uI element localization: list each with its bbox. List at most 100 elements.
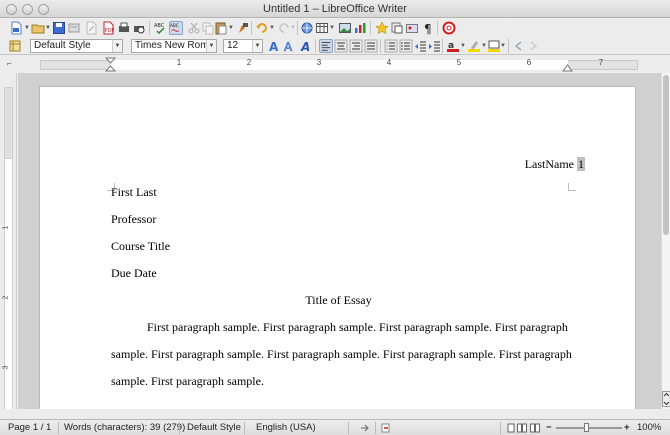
shadow-text-icon[interactable]: A xyxy=(268,39,282,53)
zoom-window-button[interactable] xyxy=(38,4,49,15)
open-dropdown-arrow[interactable]: ▼ xyxy=(45,21,51,35)
clone-format-icon[interactable] xyxy=(236,21,250,35)
close-window-button[interactable] xyxy=(6,4,17,15)
word-count[interactable]: Words (characters): 39 (279) xyxy=(64,420,185,435)
navigator-icon[interactable] xyxy=(390,21,404,35)
hyperlink-icon[interactable] xyxy=(300,21,314,35)
page-style[interactable]: Default Style xyxy=(187,420,241,435)
outline-text-icon[interactable]: A xyxy=(283,39,297,53)
image-icon[interactable] xyxy=(338,21,352,35)
arrow-left-icon[interactable] xyxy=(512,39,526,53)
copy-icon[interactable] xyxy=(201,21,215,35)
redo-dropdown-arrow[interactable]: ▼ xyxy=(290,21,296,35)
background-color-icon[interactable] xyxy=(487,39,501,53)
document-modified-icon[interactable] xyxy=(381,423,391,433)
spellcheck-icon[interactable]: ABC xyxy=(154,21,168,35)
arrow-right-icon[interactable] xyxy=(526,39,540,53)
paragraph-line: sample. First paragraph sample. xyxy=(111,374,264,388)
formatting-marks-icon[interactable]: ¶ xyxy=(421,21,435,35)
svg-text:A: A xyxy=(269,40,279,53)
align-right-icon[interactable] xyxy=(349,39,363,53)
table-icon[interactable] xyxy=(315,21,329,35)
align-center-icon[interactable] xyxy=(334,39,348,53)
font-color-icon[interactable]: a xyxy=(446,39,460,53)
book-view-icon[interactable] xyxy=(530,423,540,433)
autospell-icon[interactable]: ABC xyxy=(169,21,183,35)
formatting-toolbar: Default Style ▼ Times New Roma ▼ 12 ▼ A … xyxy=(0,38,670,55)
selection-mode-icon[interactable] xyxy=(360,423,370,433)
zoom-slider-track[interactable] xyxy=(556,427,622,429)
page-number-field[interactable]: 1 xyxy=(577,157,585,171)
background-color-dropdown-arrow[interactable]: ▼ xyxy=(500,39,506,53)
zoom-out-button[interactable]: − xyxy=(546,420,552,435)
styles-icon[interactable] xyxy=(8,39,22,53)
page-count[interactable]: Page 1 / 1 xyxy=(8,420,51,435)
course-title-line: Course Title xyxy=(111,239,171,253)
vruler-text-area xyxy=(4,159,13,409)
document-page[interactable]: LastName 1 First Last Professor Course T… xyxy=(39,86,636,409)
zoom-slider-handle[interactable] xyxy=(584,423,589,432)
export-icon[interactable] xyxy=(67,21,81,35)
new-dropdown-arrow[interactable]: ▼ xyxy=(24,21,30,35)
chevron-down-icon[interactable]: ▼ xyxy=(112,40,122,52)
header-text: LastName xyxy=(524,157,574,171)
align-left-icon[interactable] xyxy=(319,39,333,53)
paragraph-style-combo[interactable]: Default Style ▼ xyxy=(30,39,123,53)
decrease-indent-icon[interactable] xyxy=(414,39,428,53)
scrollbar-thumb[interactable] xyxy=(663,75,669,235)
bullet-list-icon[interactable] xyxy=(399,39,413,53)
author-name: First Last xyxy=(111,185,157,199)
paragraph-style-value: Default Style xyxy=(34,40,91,51)
chevron-down-icon[interactable]: ▼ xyxy=(206,40,216,52)
indent-marker-icon[interactable] xyxy=(105,57,116,72)
print-preview-icon[interactable] xyxy=(132,21,146,35)
single-page-view-icon[interactable] xyxy=(507,423,515,433)
increase-indent-icon[interactable] xyxy=(428,39,442,53)
paste-dropdown-arrow[interactable]: ▼ xyxy=(228,21,234,35)
vruler-number: 1 xyxy=(2,225,10,230)
page-nav-icon[interactable] xyxy=(662,391,670,407)
zoom-percent[interactable]: 100% xyxy=(637,420,661,435)
italic-text-icon[interactable]: A xyxy=(299,39,313,53)
justify-icon[interactable] xyxy=(364,39,378,53)
svg-text:ABC: ABC xyxy=(170,23,179,29)
zoom-in-button[interactable]: + xyxy=(624,420,630,435)
svg-text:A: A xyxy=(284,40,293,53)
font-color-dropdown-arrow[interactable]: ▼ xyxy=(460,39,466,53)
vertical-ruler[interactable]: 1 2 3 xyxy=(0,73,17,409)
table-dropdown-arrow[interactable]: ▼ xyxy=(329,21,335,35)
save-icon[interactable] xyxy=(52,21,66,35)
undo-icon[interactable] xyxy=(255,21,269,35)
ruler-number: 4 xyxy=(386,58,392,67)
multi-page-view-icon[interactable] xyxy=(517,423,527,433)
chevron-down-icon[interactable]: ▼ xyxy=(252,40,262,52)
paste-icon[interactable] xyxy=(214,21,228,35)
right-indent-marker-icon[interactable] xyxy=(562,63,573,72)
export-pdf-icon[interactable]: PDF xyxy=(101,21,115,35)
redo-icon[interactable] xyxy=(277,21,291,35)
vertical-scrollbar[interactable] xyxy=(661,73,670,409)
gallery-icon[interactable] xyxy=(405,21,419,35)
minimize-window-button[interactable] xyxy=(22,4,33,15)
ruler-number: 6 xyxy=(526,58,532,67)
horizontal-ruler[interactable]: ⌐ 1 2 3 4 5 6 7 xyxy=(0,56,670,73)
draw-icon[interactable] xyxy=(375,21,389,35)
new-document-icon[interactable] xyxy=(9,21,23,35)
help-icon[interactable] xyxy=(442,21,456,35)
highlight-icon[interactable] xyxy=(467,39,481,53)
standard-toolbar: ▼ ▼ PDF ABC ABC ▼ ▼ ▼ ▼ ¶ xyxy=(0,18,670,38)
chart-icon[interactable] xyxy=(353,21,367,35)
document-area[interactable]: LastName 1 First Last Professor Course T… xyxy=(18,73,661,409)
print-icon[interactable] xyxy=(117,21,131,35)
svg-text:A: A xyxy=(300,40,310,53)
edit-icon[interactable] xyxy=(84,21,98,35)
numbered-list-icon[interactable] xyxy=(384,39,398,53)
font-size-combo[interactable]: 12 ▼ xyxy=(223,39,263,53)
cut-icon[interactable] xyxy=(187,21,201,35)
open-icon[interactable] xyxy=(31,21,45,35)
language[interactable]: English (USA) xyxy=(256,420,316,435)
undo-dropdown-arrow[interactable]: ▼ xyxy=(269,21,275,35)
tab-type-icon[interactable]: ⌐ xyxy=(7,59,12,68)
svg-text:PDF: PDF xyxy=(105,28,115,34)
font-name-combo[interactable]: Times New Roma ▼ xyxy=(131,39,217,53)
